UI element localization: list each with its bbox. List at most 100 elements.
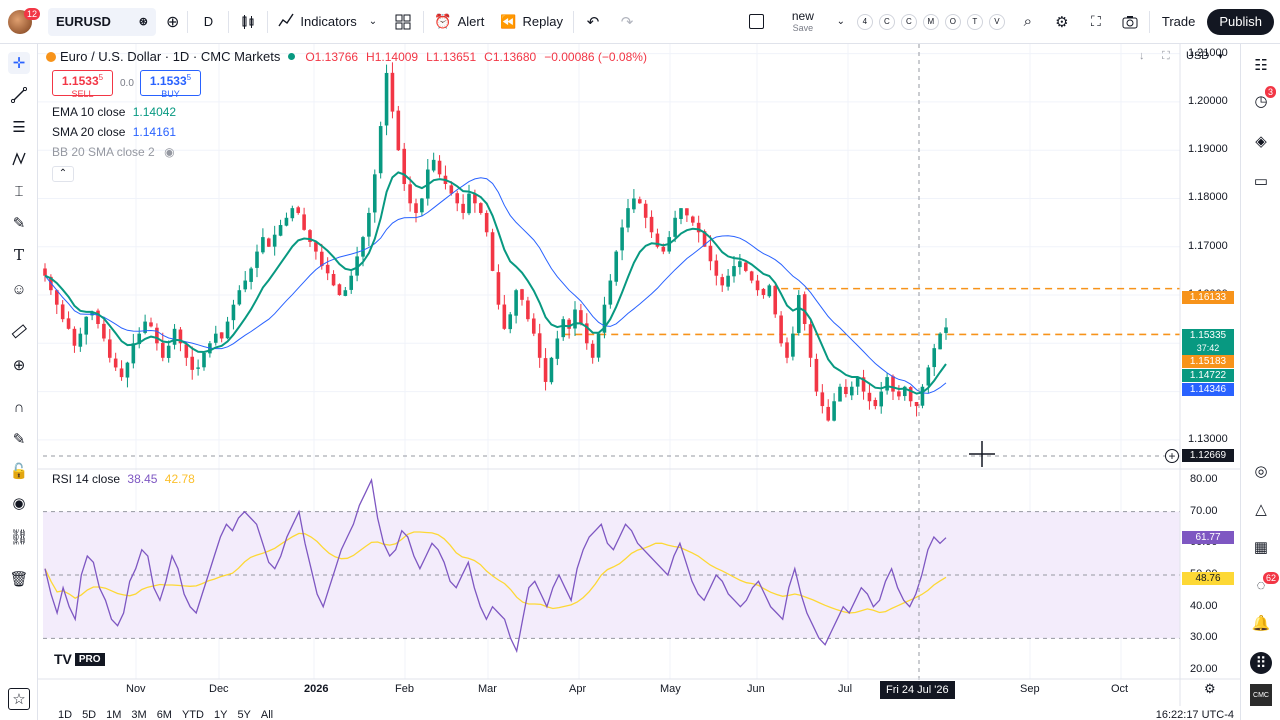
range-button[interactable]: 5Y: [237, 709, 250, 720]
publish-button[interactable]: Publish: [1207, 8, 1274, 35]
candle-body: [520, 289, 524, 300]
trash-icon[interactable]: 🗑: [8, 568, 30, 590]
redo-icon[interactable]: ↷: [610, 0, 644, 44]
shortcut-key[interactable]: V: [988, 13, 1005, 30]
layout-square-icon[interactable]: [739, 0, 775, 44]
candle-body: [690, 216, 695, 223]
range-button[interactable]: 1M: [106, 709, 121, 720]
fullscreen-icon[interactable]: ⛶: [1079, 0, 1113, 44]
range-button[interactable]: 1Y: [214, 709, 227, 720]
tradingview-logo[interactable]: TV PRO: [54, 651, 105, 667]
lock-icon[interactable]: 🔓: [8, 460, 30, 482]
candle-body: [467, 193, 471, 214]
utc-clock[interactable]: 16:22:17 UTC-4: [1156, 709, 1234, 720]
templates-icon[interactable]: [385, 0, 421, 44]
shortcut-key[interactable]: T: [966, 13, 983, 30]
shortcut-key[interactable]: 4: [856, 13, 873, 30]
bell-icon[interactable]: 🔔: [1250, 612, 1272, 634]
user-avatar[interactable]: 12: [0, 0, 44, 44]
candle-body: [196, 367, 200, 369]
rsi-legend[interactable]: RSI 14 close 38.45 42.78: [52, 472, 195, 486]
time-axis-label: Feb: [395, 683, 414, 695]
target-icon[interactable]: ◎: [1250, 460, 1272, 482]
candle-body: [278, 225, 283, 236]
add-symbol-icon[interactable]: ⊕: [160, 0, 185, 44]
candle-body: [643, 203, 648, 218]
scroll-down-icon[interactable]: ↓: [1139, 50, 1145, 62]
lock-drawing-icon[interactable]: ✎: [8, 428, 30, 450]
camera-icon[interactable]: [1113, 0, 1147, 44]
watchlist-icon[interactable]: ☷: [1250, 54, 1272, 76]
broker-logo[interactable]: CMC: [1250, 684, 1272, 706]
ema-legend[interactable]: EMA 10 close 1.14042: [52, 105, 176, 119]
shortcut-key[interactable]: C: [900, 13, 917, 30]
bb-legend-label: BB 20 SMA close 2: [52, 145, 155, 159]
maximize-pane-icon[interactable]: ⛶: [1162, 50, 1170, 63]
range-button[interactable]: 3M: [131, 709, 146, 720]
chart-area[interactable]: Euro / U.S. Dollar · 1D · CMC Markets O1…: [38, 44, 1240, 706]
pattern-tool-icon[interactable]: [8, 148, 30, 170]
sell-price-sup: 5: [98, 73, 104, 82]
ruler-tool-icon[interactable]: [8, 320, 30, 342]
calendar-icon[interactable]: ▦: [1250, 536, 1272, 558]
add-alert-plus-icon[interactable]: +: [1165, 449, 1179, 463]
candle-body: [155, 327, 159, 344]
candle-body: [60, 304, 65, 320]
link-icon[interactable]: ⛓: [8, 526, 30, 548]
compare-icon[interactable]: ⊛: [139, 15, 148, 28]
layers-icon[interactable]: ◈: [1250, 130, 1272, 152]
eye-icon[interactable]: ◉: [8, 492, 30, 514]
crosshair-tool-icon[interactable]: ✛: [8, 52, 30, 74]
brush-tool-icon[interactable]: ✎: [8, 212, 30, 234]
apps-grid-icon[interactable]: ⠿: [1250, 652, 1272, 674]
rsi-ma-value-tag: 48.76: [1182, 572, 1234, 585]
range-button[interactable]: 5D: [82, 709, 96, 720]
quick-search-icon[interactable]: ⌕: [1011, 0, 1045, 44]
emoji-tool-icon[interactable]: ☺: [8, 278, 30, 300]
symbol-search[interactable]: EURUSD ⊛: [48, 7, 156, 36]
replay-button[interactable]: ⏪ Replay: [492, 0, 571, 44]
settings-gear-icon[interactable]: ⚙: [1045, 0, 1079, 44]
layout-chevron-icon[interactable]: ⌄: [831, 0, 851, 44]
favorites-star-icon[interactable]: ☆: [8, 688, 30, 710]
range-button[interactable]: 1D: [58, 709, 72, 720]
range-button[interactable]: All: [261, 709, 273, 720]
collapse-legend-button[interactable]: ⌃: [52, 166, 74, 182]
candle-body: [402, 148, 407, 184]
magnet-icon[interactable]: ∩: [8, 396, 30, 418]
shortcut-key[interactable]: C: [878, 13, 895, 30]
zoom-in-icon[interactable]: ⊕: [8, 354, 30, 376]
bb-legend[interactable]: BB 20 SMA close 2 ◉: [52, 145, 175, 159]
time-axis-label: Sep: [1020, 683, 1040, 695]
hidden-eye-icon[interactable]: ◉: [164, 145, 174, 159]
rsi-axis-label: 80.00: [1190, 473, 1218, 485]
candle-type-icon[interactable]: [231, 0, 265, 44]
time-axis-settings-icon[interactable]: ⚙: [1204, 681, 1216, 697]
trade-button[interactable]: Trade: [1152, 0, 1205, 44]
ideas-icon[interactable]: △: [1250, 498, 1272, 520]
interval-button[interactable]: D: [190, 0, 226, 44]
candle-body: [549, 357, 554, 383]
indicators-label: Indicators: [300, 14, 357, 29]
prediction-tool-icon[interactable]: ⌶: [8, 180, 30, 202]
chart-canvas[interactable]: [38, 44, 1240, 706]
range-button[interactable]: YTD: [182, 709, 204, 720]
undo-icon[interactable]: ↶: [576, 0, 610, 44]
range-button[interactable]: 6M: [157, 709, 172, 720]
candle-body: [84, 316, 89, 335]
trend-line-tool-icon[interactable]: [8, 84, 30, 106]
shortcut-key[interactable]: M: [922, 13, 939, 30]
sell-button[interactable]: 1.15335 SELL: [52, 70, 113, 99]
alert-button[interactable]: ⏰ Alert: [426, 0, 492, 44]
shortcut-key[interactable]: O: [944, 13, 961, 30]
chart-title[interactable]: Euro / U.S. Dollar · 1D · CMC Markets: [60, 49, 280, 64]
chevron-down-icon[interactable]: ⌄: [369, 16, 377, 27]
candle-body: [243, 280, 248, 290]
sma-legend[interactable]: SMA 20 close 1.14161: [52, 125, 176, 139]
text-tool-icon[interactable]: T: [8, 244, 30, 266]
buy-button[interactable]: 1.15335 BUY: [140, 70, 201, 99]
fib-tool-icon[interactable]: ☰: [8, 116, 30, 138]
indicators-button[interactable]: Indicators ⌄: [270, 0, 385, 44]
chat-icon[interactable]: ▭: [1250, 170, 1272, 192]
layout-name-button[interactable]: new Save: [775, 0, 831, 44]
